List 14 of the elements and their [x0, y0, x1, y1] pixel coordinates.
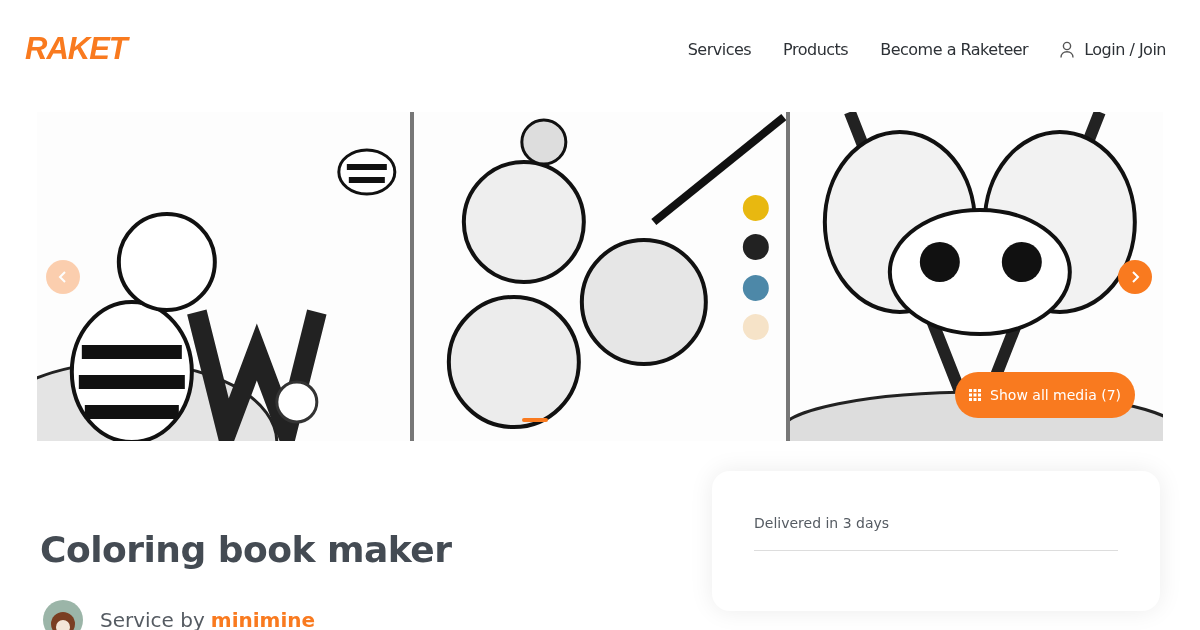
chevron-right-icon — [1129, 270, 1141, 284]
grid-icon — [969, 389, 982, 401]
service-title: Coloring book maker — [40, 529, 452, 570]
login-label: Login / Join — [1084, 39, 1166, 59]
carousel-indicator[interactable] — [522, 418, 548, 422]
user-icon — [1060, 40, 1075, 58]
delivery-time: Delivered in 3 days — [754, 515, 890, 531]
previous-button[interactable] — [46, 260, 80, 294]
nav-link[interactable]: Become a Raketeer — [880, 39, 1029, 59]
chevron-left-icon — [57, 270, 69, 284]
nav-link[interactable]: Products — [783, 39, 849, 59]
login-link[interactable]: Login / Join — [1060, 39, 1166, 59]
nav-link[interactable]: Services — [687, 39, 752, 59]
avatar-icon — [43, 600, 83, 630]
